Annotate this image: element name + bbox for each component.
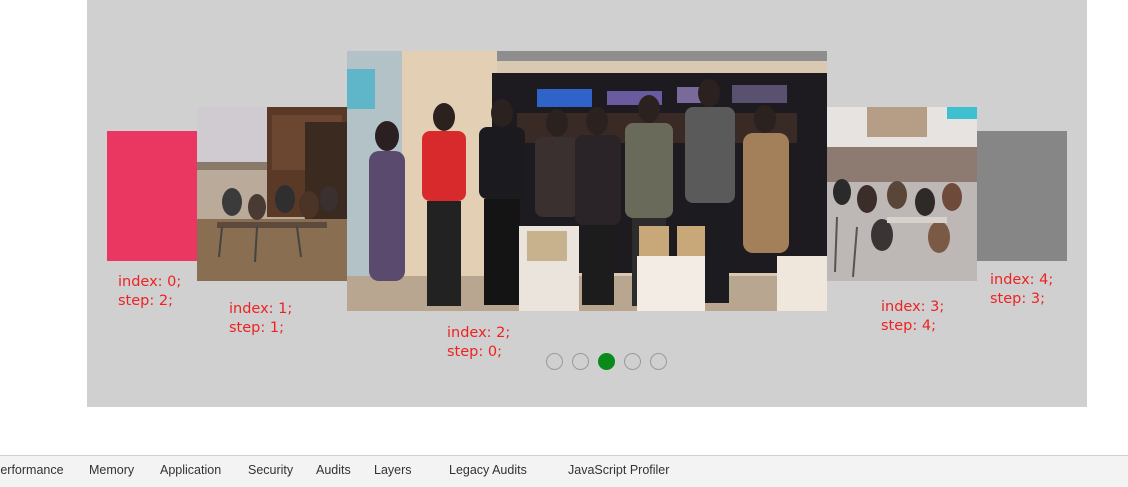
slide-caption-0: index: 0; step: 2; [118,273,181,311]
devtools-tab-legacy-audits[interactable]: Legacy Audits [449,463,527,477]
caption-index: index: 0; [118,274,182,290]
pagination-dot-0[interactable] [546,353,563,370]
slide-photo-group [347,51,827,311]
carousel-slide-0[interactable] [107,131,197,261]
devtools-tab-bar: Performance Memory Application Security … [0,455,1128,487]
carousel-pagination [546,353,667,372]
pagination-dot-4[interactable] [650,353,667,370]
pagination-dot-1[interactable] [572,353,589,370]
carousel-slide-4[interactable] [977,131,1067,261]
carousel-stage: index: 0; step: 2; index: 1; step: 1; in… [87,0,1087,407]
caption-step: step: 3; [990,291,1045,307]
caption-step: step: 1; [229,320,284,336]
caption-step: step: 4; [881,318,936,334]
caption-index: index: 3; [881,299,945,315]
caption-index: index: 4; [990,272,1054,288]
devtools-tab-performance[interactable]: Performance [0,463,64,477]
slide-caption-3: index: 3; step: 4; [881,298,944,336]
pagination-dot-3[interactable] [624,353,641,370]
slide-caption-2: index: 2; step: 0; [447,324,510,362]
carousel-slide-1[interactable] [197,107,347,281]
devtools-tab-audits[interactable]: Audits [316,463,351,477]
carousel-slide-3[interactable] [827,107,977,281]
slide-photo-hall-right [827,107,977,281]
slide-caption-4: index: 4; step: 3; [990,271,1053,309]
caption-index: index: 1; [229,301,293,317]
slide-caption-1: index: 1; step: 1; [229,300,292,338]
devtools-tab-application[interactable]: Application [160,463,221,477]
devtools-tab-security[interactable]: Security [248,463,293,477]
pagination-dot-2[interactable] [598,353,615,370]
slide-photo-hall-left [197,107,347,281]
caption-step: step: 0; [447,344,502,360]
devtools-tab-javascript-profiler[interactable]: JavaScript Profiler [568,463,669,477]
devtools-tab-layers[interactable]: Layers [374,463,412,477]
caption-index: index: 2; [447,325,511,341]
caption-step: step: 2; [118,293,173,309]
carousel-slide-2[interactable] [347,51,827,311]
devtools-tab-memory[interactable]: Memory [89,463,134,477]
